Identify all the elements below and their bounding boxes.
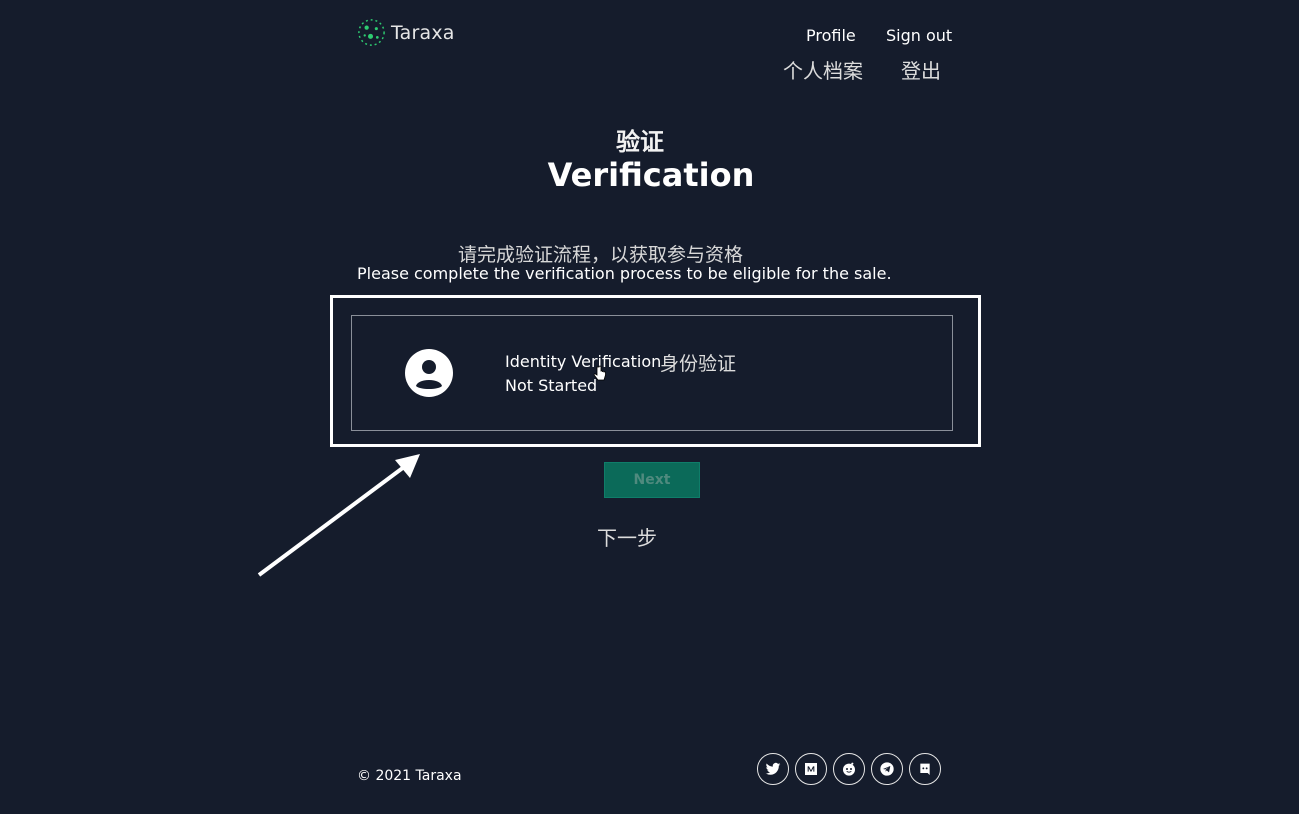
page-title-zh: 验证 bbox=[616, 128, 664, 156]
card-title: Identity Verification bbox=[505, 352, 662, 371]
telegram-icon bbox=[880, 762, 894, 776]
page-description: Please complete the verification process… bbox=[357, 264, 892, 283]
footer-copyright: © 2021 Taraxa bbox=[357, 768, 462, 784]
reddit-icon bbox=[843, 762, 855, 776]
hand-cursor-icon bbox=[593, 365, 606, 381]
social-links bbox=[757, 753, 941, 785]
twitter-link[interactable] bbox=[757, 753, 789, 785]
discord-link[interactable] bbox=[909, 753, 941, 785]
taraxa-logo-icon bbox=[358, 19, 385, 46]
twitter-icon bbox=[765, 762, 781, 775]
card-status: Not Started bbox=[505, 376, 598, 395]
page-description-zh: 请完成验证流程，以获取参与资格 bbox=[458, 244, 744, 266]
page-title: Verification bbox=[547, 156, 755, 194]
brand-name: Taraxa bbox=[391, 21, 455, 44]
medium-icon bbox=[805, 763, 817, 775]
discord-icon bbox=[920, 763, 930, 775]
next-button[interactable]: Next bbox=[604, 462, 700, 498]
user-avatar-icon bbox=[405, 349, 453, 397]
next-button-zh-label: 下一步 bbox=[597, 526, 657, 550]
nav-sign-out-link[interactable]: Sign out bbox=[886, 26, 952, 45]
verification-page: Taraxa Profile Sign out 个人档案 登出 验证 Verif… bbox=[0, 0, 1299, 814]
nav-profile-link[interactable]: Profile bbox=[806, 26, 856, 45]
card-title-zh: 身份验证 bbox=[660, 353, 737, 375]
nav-sign-out-zh-label: 登出 bbox=[901, 59, 941, 83]
telegram-link[interactable] bbox=[871, 753, 903, 785]
brand-logo[interactable]: Taraxa bbox=[356, 17, 455, 48]
medium-link[interactable] bbox=[795, 753, 827, 785]
annotation-arrow-icon bbox=[257, 454, 420, 577]
identity-verification-card[interactable]: Identity Verification 身份验证 Not Started bbox=[351, 315, 953, 431]
nav-profile-zh-label: 个人档案 bbox=[783, 59, 863, 83]
reddit-link[interactable] bbox=[833, 753, 865, 785]
